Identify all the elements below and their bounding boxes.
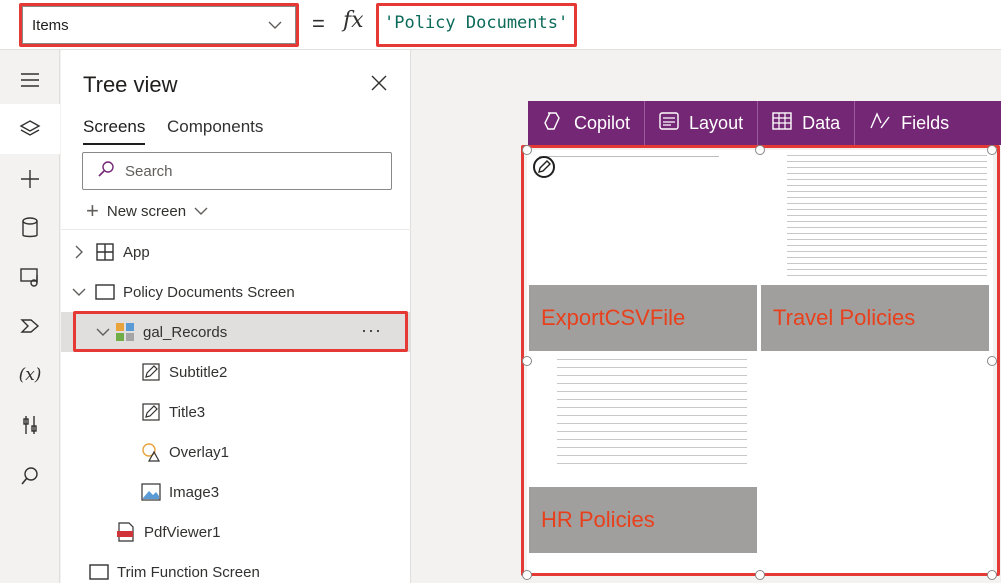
resize-handle[interactable] <box>987 145 997 155</box>
gallery-item-caption: Travel Policies <box>773 305 916 330</box>
resize-handle[interactable] <box>522 145 532 155</box>
tree-item-subtitle2[interactable]: Subtitle2 <box>61 352 411 392</box>
media-icon[interactable] <box>0 252 60 302</box>
tree-item-pdfviewer1[interactable]: PdfViewer1 <box>61 512 411 552</box>
tree-item-title3[interactable]: Title3 <box>61 392 411 432</box>
document-preview-lines <box>557 355 747 465</box>
resize-handle[interactable] <box>522 570 532 580</box>
formula-bar: Items = fx 'Policy Documents' <box>0 0 1001 50</box>
resize-handle[interactable] <box>755 145 765 155</box>
edit-text-icon <box>141 362 161 382</box>
copilot-icon <box>542 110 564 137</box>
property-dropdown[interactable]: Items <box>22 6 296 44</box>
variable-icon[interactable]: (x) <box>0 350 60 400</box>
panel-title: Tree view <box>83 72 178 97</box>
more-options-icon[interactable]: ··· <box>361 320 382 341</box>
tab-screens[interactable]: Screens <box>83 117 145 137</box>
fields-label: Fields <box>901 112 950 133</box>
pdf-icon <box>116 522 136 542</box>
tree-item-label: Subtitle2 <box>169 363 228 381</box>
shapes-icon[interactable] <box>0 301 60 351</box>
chevron-down-icon <box>194 203 208 220</box>
gallery-item-title[interactable]: HR Policies <box>529 487 757 553</box>
tree-item-label: Policy Documents Screen <box>123 283 295 301</box>
tree-item-label: Title3 <box>169 403 206 421</box>
resize-handle[interactable] <box>522 356 532 366</box>
new-screen-button[interactable]: + New screen <box>86 200 208 222</box>
resize-handle[interactable] <box>987 570 997 580</box>
plus-icon[interactable] <box>0 154 60 204</box>
hamburger-icon[interactable] <box>0 55 60 105</box>
left-rail: (x) <box>0 50 60 583</box>
search-icon[interactable] <box>0 451 60 501</box>
close-icon[interactable] <box>371 75 387 96</box>
tree-item-label: Trim Function Screen <box>117 563 260 581</box>
layout-label: Layout <box>689 112 744 133</box>
tree-item-overlay1[interactable]: Overlay1 <box>61 432 411 472</box>
tools-icon[interactable] <box>0 400 60 450</box>
tree-view-panel: Tree view Screens Components Search + Ne… <box>61 50 411 583</box>
new-screen-label: New screen <box>106 202 187 220</box>
tree-item-trim-function-screen[interactable]: Trim Function Screen <box>61 552 411 583</box>
gallery-item-title[interactable]: Travel Policies <box>761 285 989 351</box>
tree-item-label: App <box>123 243 150 261</box>
chevron-down-icon <box>267 17 283 37</box>
gallery-item-caption: HR Policies <box>541 507 655 532</box>
gallery-icon <box>115 322 135 342</box>
layout-button[interactable]: Layout <box>645 101 759 145</box>
gallery-toolbar: Copilot Layout Data Fields <box>528 101 1001 145</box>
search-input[interactable]: Search <box>82 152 392 190</box>
divider <box>61 229 411 230</box>
gallery-item-title[interactable]: ExportCSVFile <box>529 285 757 351</box>
tree-item-app[interactable]: App <box>61 232 411 272</box>
fx-icon[interactable]: fx <box>343 8 364 33</box>
screen-icon <box>89 562 109 582</box>
chevron-down-icon <box>69 282 89 302</box>
chevron-down-icon <box>93 322 113 342</box>
property-value: Items <box>32 16 69 34</box>
tree-item-policy-documents-screen[interactable]: Policy Documents Screen <box>61 272 411 312</box>
image-icon <box>141 482 161 502</box>
gallery-item-caption: ExportCSVFile <box>541 305 686 330</box>
table-icon <box>772 111 792 135</box>
search-placeholder: Search <box>125 162 173 180</box>
edit-text-icon <box>141 402 161 422</box>
tree-item-image3[interactable]: Image3 <box>61 472 411 512</box>
fields-icon <box>869 111 891 136</box>
equals-sign: = <box>312 11 325 36</box>
copilot-label: Copilot <box>574 112 631 133</box>
tab-underline <box>83 143 145 145</box>
tree-item-label: PdfViewer1 <box>144 523 221 541</box>
copilot-button[interactable]: Copilot <box>528 101 646 145</box>
resize-handle[interactable] <box>755 570 765 580</box>
edit-item-icon[interactable] <box>533 156 555 178</box>
tab-components[interactable]: Components <box>167 117 263 137</box>
screen-icon <box>95 282 115 302</box>
fields-button[interactable]: Fields <box>855 101 963 145</box>
tree-item-gal-records[interactable]: gal_Records ··· <box>61 312 411 352</box>
plus-icon: + <box>86 198 99 223</box>
database-icon[interactable] <box>0 203 60 253</box>
document-preview-lines <box>787 152 987 278</box>
tree-item-label: gal_Records <box>143 323 228 341</box>
overlay-icon <box>141 442 161 462</box>
resize-handle[interactable] <box>987 356 997 366</box>
data-button[interactable]: Data <box>758 101 856 145</box>
formula-input[interactable]: 'Policy Documents' <box>384 13 568 33</box>
chevron-right-icon <box>69 242 89 262</box>
gallery-records[interactable]: ExportCSVFile Travel Policies HR Policie… <box>527 150 993 575</box>
document-preview-lines <box>539 154 719 160</box>
tree-item-label: Overlay1 <box>169 443 230 461</box>
app-icon <box>95 242 115 262</box>
search-icon <box>97 160 115 183</box>
layout-icon <box>659 111 679 135</box>
layers-icon[interactable] <box>0 104 60 154</box>
data-label: Data <box>802 112 841 133</box>
tree-item-label: Image3 <box>169 483 220 501</box>
